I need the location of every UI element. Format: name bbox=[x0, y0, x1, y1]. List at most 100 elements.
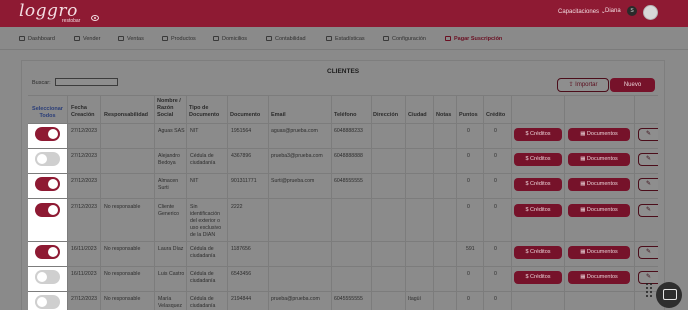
edit-button[interactable]: ✎ bbox=[638, 153, 658, 166]
row-select-toggle[interactable] bbox=[35, 270, 60, 284]
cell-puntos: 0 bbox=[467, 153, 470, 159]
column-divider bbox=[433, 95, 434, 310]
header-documento[interactable]: Documento bbox=[230, 112, 260, 119]
row-select-toggle[interactable] bbox=[35, 152, 60, 166]
row-select-toggle[interactable] bbox=[35, 177, 60, 191]
row-divider bbox=[28, 123, 658, 124]
nav-item-pagar-suscripcion[interactable]: Pagar Suscripción bbox=[445, 36, 502, 42]
capacitaciones-menu[interactable]: Capacitaciones ⌄ bbox=[558, 8, 606, 15]
cell-documento: 901311771 bbox=[231, 178, 257, 184]
cell-tipo: Cédula de ciudadanía bbox=[190, 153, 216, 166]
card-icon bbox=[445, 36, 451, 41]
cell-telefono: 6045555555 bbox=[334, 296, 363, 302]
cell-email: Surti@prueba.com bbox=[271, 178, 315, 184]
nav-item-dashboard[interactable]: Dashboard bbox=[19, 36, 55, 42]
cell-tipo: Cédula de ciudadanía bbox=[190, 246, 216, 259]
cell-tipo: Cédula de ciudadanía bbox=[190, 271, 216, 284]
row-divider bbox=[28, 198, 658, 199]
nav-item-configuracion[interactable]: Configuración bbox=[383, 36, 426, 42]
nav-label: Configuración bbox=[392, 36, 426, 42]
top-header: loggro restobar Capacitaciones ⌄ Diana S bbox=[0, 0, 688, 27]
avatar[interactable] bbox=[643, 5, 658, 20]
header-ciudad[interactable]: Ciudad bbox=[408, 112, 427, 119]
chat-icon[interactable] bbox=[656, 282, 682, 308]
nav-item-contabilidad[interactable]: Contabilidad bbox=[266, 36, 306, 42]
column-divider bbox=[268, 95, 269, 310]
nav-item-domicilios[interactable]: Domicilios bbox=[213, 36, 247, 42]
header-direccion[interactable]: Dirección bbox=[373, 112, 398, 119]
documentos-button[interactable]: ▦ Documentos bbox=[568, 128, 630, 141]
page-title: CLIENTES bbox=[327, 68, 360, 75]
column-divider bbox=[564, 95, 565, 310]
header-nombre[interactable]: Nombre / Razón Social bbox=[157, 98, 185, 119]
header-puntos[interactable]: Puntos bbox=[459, 112, 478, 119]
cell-puntos: 0 bbox=[467, 128, 470, 134]
nav-item-ventas[interactable]: Ventas bbox=[118, 36, 144, 42]
grip-icon[interactable] bbox=[646, 283, 654, 299]
edit-button[interactable]: ✎ bbox=[638, 178, 658, 191]
cell-email: prueba@prueba.com bbox=[271, 296, 320, 302]
creditos-button[interactable]: $ Créditos bbox=[514, 153, 562, 166]
row-divider bbox=[28, 173, 658, 174]
cell-tipo: Cédula de ciudadanía bbox=[190, 296, 216, 309]
column-divider bbox=[483, 95, 484, 310]
cell-ciudad: Itagüí bbox=[408, 296, 421, 302]
creditos-button[interactable]: $ Créditos bbox=[514, 204, 562, 217]
cell-documento: 1187656 bbox=[231, 246, 251, 252]
column-divider bbox=[100, 95, 101, 310]
row-select-toggle[interactable] bbox=[35, 295, 60, 309]
documentos-button[interactable]: ▦ Documentos bbox=[568, 178, 630, 191]
documentos-button[interactable]: ▦ Documentos bbox=[568, 246, 630, 259]
edit-button[interactable]: ✎ bbox=[638, 204, 658, 217]
cell-credito: 0 bbox=[494, 128, 497, 134]
nav-item-estadisticas[interactable]: Estadísticas bbox=[326, 36, 365, 42]
user-initial-badge[interactable]: S bbox=[627, 6, 637, 16]
header-telefono[interactable]: Teléfono bbox=[334, 112, 357, 119]
loggro-logo[interactable]: loggro restobar bbox=[19, 3, 81, 25]
column-divider bbox=[67, 95, 68, 310]
header-credito[interactable]: Crédito bbox=[486, 112, 505, 119]
header-fecha[interactable]: Fecha Creación bbox=[71, 105, 99, 119]
cell-tipo: Sin identificación del exterior o uso ex… bbox=[190, 204, 222, 238]
eye-icon[interactable] bbox=[91, 15, 99, 21]
cell-nombre: Aguas SAS bbox=[158, 128, 185, 134]
import-button[interactable]: ⇪ Importar bbox=[557, 78, 609, 92]
gear-icon bbox=[383, 36, 389, 41]
cell-fecha: 16/11/2023 bbox=[71, 271, 97, 277]
logo-subtitle: restobar bbox=[62, 18, 81, 24]
cell-fecha: 27/12/2023 bbox=[71, 204, 97, 210]
row-divider bbox=[28, 291, 658, 292]
header-notas[interactable]: Notas bbox=[436, 112, 451, 119]
documentos-button[interactable]: ▦ Documentos bbox=[568, 204, 630, 217]
documentos-button[interactable]: ▦ Documentos bbox=[568, 153, 630, 166]
cell-documento: 2194844 bbox=[231, 296, 252, 302]
edit-button[interactable]: ✎ bbox=[638, 128, 658, 141]
creditos-button[interactable]: $ Créditos bbox=[514, 246, 562, 259]
documentos-button[interactable]: ▦ Documentos bbox=[568, 271, 630, 284]
search-input[interactable] bbox=[55, 78, 118, 86]
header-select-all[interactable]: Seleccionar Todos bbox=[28, 106, 67, 120]
cell-email: aguas@prueba.com bbox=[271, 128, 318, 134]
creditos-button[interactable]: $ Créditos bbox=[514, 178, 562, 191]
trend-icon bbox=[326, 36, 332, 41]
cell-nombre: Luis Castro bbox=[158, 271, 185, 277]
cell-credito: 0 bbox=[494, 246, 497, 252]
column-divider bbox=[331, 95, 332, 310]
column-divider bbox=[405, 95, 406, 310]
header-responsabilidad[interactable]: Responsabilidad bbox=[104, 112, 148, 119]
edit-button[interactable]: ✎ bbox=[638, 246, 658, 259]
cell-fecha: 27/12/2023 bbox=[71, 153, 97, 159]
nav-item-productos[interactable]: Productos bbox=[162, 36, 196, 42]
creditos-button[interactable]: $ Créditos bbox=[514, 271, 562, 284]
header-tipo-documento[interactable]: Tipo de Documento bbox=[189, 105, 227, 119]
new-client-button[interactable]: Nuevo bbox=[610, 78, 655, 92]
cell-documento: 4367896 bbox=[231, 153, 252, 159]
row-select-toggle[interactable] bbox=[35, 203, 60, 217]
nav-item-vender[interactable]: Vender bbox=[74, 36, 100, 42]
cell-email: prueba3@prueba.com bbox=[271, 153, 323, 159]
row-select-toggle[interactable] bbox=[35, 127, 60, 141]
header-email[interactable]: Email bbox=[271, 112, 286, 119]
row-select-toggle[interactable] bbox=[35, 245, 60, 259]
creditos-button[interactable]: $ Créditos bbox=[514, 128, 562, 141]
user-name[interactable]: Diana bbox=[605, 8, 621, 14]
